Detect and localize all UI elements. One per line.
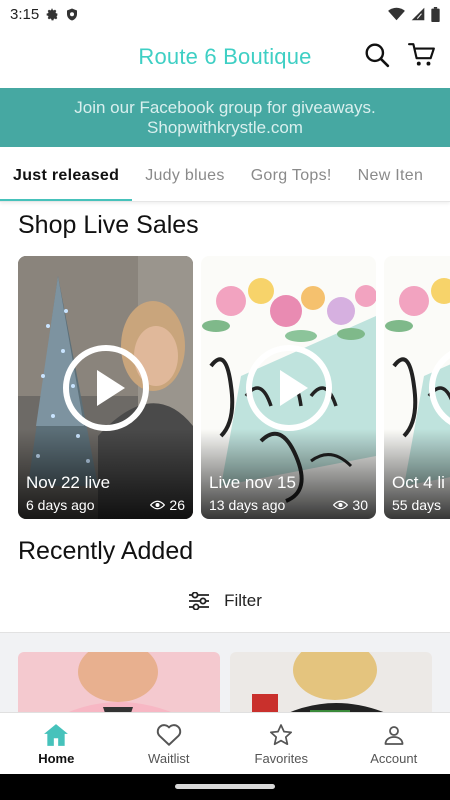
search-icon[interactable] bbox=[364, 42, 390, 68]
live-card-views: 26 bbox=[169, 497, 185, 513]
nav-account[interactable]: Account bbox=[338, 713, 450, 774]
tab-judy-blues[interactable]: Judy blues bbox=[132, 150, 238, 201]
play-icon[interactable] bbox=[62, 344, 150, 432]
live-card-age: 55 days bbox=[392, 497, 442, 513]
category-tabs: Just released Judy blues Gorg Tops! New … bbox=[0, 150, 450, 202]
battery-icon bbox=[431, 6, 440, 22]
promo-banner[interactable]: Join our Facebook group for giveaways. S… bbox=[0, 88, 450, 147]
play-icon[interactable] bbox=[428, 344, 450, 432]
account-icon bbox=[384, 726, 404, 745]
play-icon[interactable] bbox=[245, 344, 333, 432]
live-card[interactable]: Live nov 15 13 days ago 30 bbox=[201, 256, 376, 519]
home-icon bbox=[44, 724, 69, 746]
bottom-navigation: Home Waitlist Favorites Account bbox=[0, 712, 450, 774]
status-time: 3:15 bbox=[10, 5, 40, 23]
app-header: Route 6 Boutique bbox=[0, 28, 450, 86]
nav-favorites[interactable]: Favorites bbox=[225, 713, 338, 774]
signal-icon bbox=[411, 7, 425, 21]
tab-just-released[interactable]: Just released bbox=[0, 150, 133, 201]
status-bar: 3:15 bbox=[0, 0, 450, 28]
nav-home[interactable]: Home bbox=[0, 713, 113, 774]
live-card-title: Oct 4 li bbox=[392, 473, 445, 492]
live-sales-title: Shop Live Sales bbox=[18, 211, 199, 239]
nav-waitlist[interactable]: Waitlist bbox=[113, 713, 226, 774]
nav-label: Account bbox=[370, 751, 418, 766]
eye-icon bbox=[333, 500, 349, 510]
heart-icon bbox=[156, 724, 181, 746]
live-card[interactable]: Oct 4 li 55 days bbox=[384, 256, 450, 519]
tab-gorg-tops[interactable]: Gorg Tops! bbox=[238, 150, 345, 201]
banner-line-2: Shopwithkrystle.com bbox=[147, 118, 303, 137]
shield-icon bbox=[67, 8, 78, 20]
nav-label: Favorites bbox=[254, 751, 308, 766]
live-card-title: Nov 22 live bbox=[26, 473, 111, 492]
live-card-title: Live nov 15 bbox=[209, 473, 296, 492]
banner-line-1: Join our Facebook group for giveaways. bbox=[74, 98, 376, 117]
live-card-views: 30 bbox=[352, 497, 368, 513]
eye-icon bbox=[150, 500, 166, 510]
cart-icon[interactable] bbox=[408, 42, 436, 68]
sliders-icon bbox=[189, 592, 210, 610]
live-sales-carousel: Nov 22 live 6 days ago 26 Live nov 15 13… bbox=[18, 256, 450, 519]
live-card[interactable]: Nov 22 live 6 days ago 26 bbox=[18, 256, 193, 519]
app-screen: 3:15 Route 6 Boutique Join our Facebook … bbox=[0, 0, 450, 800]
filter-button[interactable]: Filter bbox=[0, 586, 450, 616]
live-card-age: 6 days ago bbox=[26, 497, 95, 513]
recently-added-title: Recently Added bbox=[18, 537, 194, 565]
system-navigation-bar bbox=[0, 774, 450, 800]
filter-label: Filter bbox=[224, 591, 262, 610]
nav-label: Home bbox=[38, 751, 75, 766]
home-gesture-handle[interactable] bbox=[175, 784, 275, 789]
nav-label: Waitlist bbox=[148, 751, 190, 766]
star-icon bbox=[270, 724, 293, 746]
live-card-age: 13 days ago bbox=[209, 497, 286, 513]
tab-new-items[interactable]: New Iten bbox=[345, 150, 437, 201]
settings-icon bbox=[46, 8, 58, 20]
app-title: Route 6 Boutique bbox=[138, 44, 312, 69]
wifi-icon bbox=[388, 7, 405, 21]
